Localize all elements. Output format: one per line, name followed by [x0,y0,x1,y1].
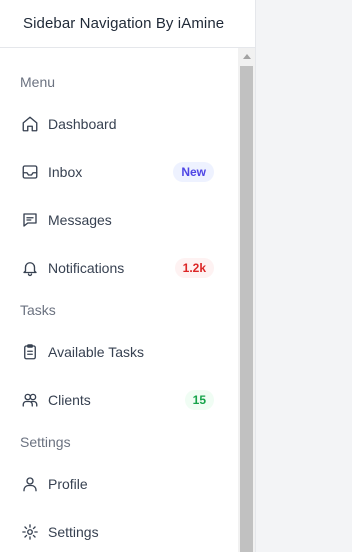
sidebar-item-label: Profile [48,476,88,492]
sidebar-item-inbox[interactable]: Inbox New [0,152,238,192]
sidebar-item-label: Available Tasks [48,344,144,360]
app-title: Sidebar Navigation By iAmine [0,0,255,48]
sidebar: Sidebar Navigation By iAmine Menu Dashbo… [0,0,256,552]
section-menu: Menu [20,74,56,90]
inbox-icon [20,162,40,182]
sidebar-item-settings[interactable]: Settings [0,512,238,552]
sidebar-item-profile[interactable]: Profile [0,464,238,504]
home-icon [20,114,40,134]
users-icon [20,390,40,410]
scroll-up-arrow[interactable] [243,54,251,59]
gear-icon [20,522,40,542]
bell-icon [20,258,40,278]
section-settings: Settings [20,434,71,450]
clients-badge: 15 [184,390,214,410]
scrollbar[interactable] [238,48,255,552]
sidebar-item-dashboard[interactable]: Dashboard [0,104,238,144]
clipboard-icon [20,342,40,362]
notifications-badge: 1.2k [174,258,214,278]
sidebar-item-label: Messages [48,212,112,228]
sidebar-item-clients[interactable]: Clients 15 [0,380,238,420]
sidebar-item-messages[interactable]: Messages [0,200,238,240]
sidebar-item-label: Dashboard [48,116,117,132]
message-icon [20,210,40,230]
sidebar-item-label: Inbox [48,164,83,180]
sidebar-item-label: Clients [48,392,91,408]
main-content-area [256,0,352,552]
sidebar-nav: Menu Dashboard Inbox New Messages Notifi… [0,48,238,552]
scroll-thumb[interactable] [240,66,253,552]
user-icon [20,474,40,494]
sidebar-item-notifications[interactable]: Notifications 1.2k [0,248,238,288]
section-tasks: Tasks [20,302,56,318]
sidebar-item-label: Notifications [48,260,125,276]
inbox-badge: New [173,162,214,182]
sidebar-item-available-tasks[interactable]: Available Tasks [0,332,238,372]
sidebar-item-label: Settings [48,524,99,540]
